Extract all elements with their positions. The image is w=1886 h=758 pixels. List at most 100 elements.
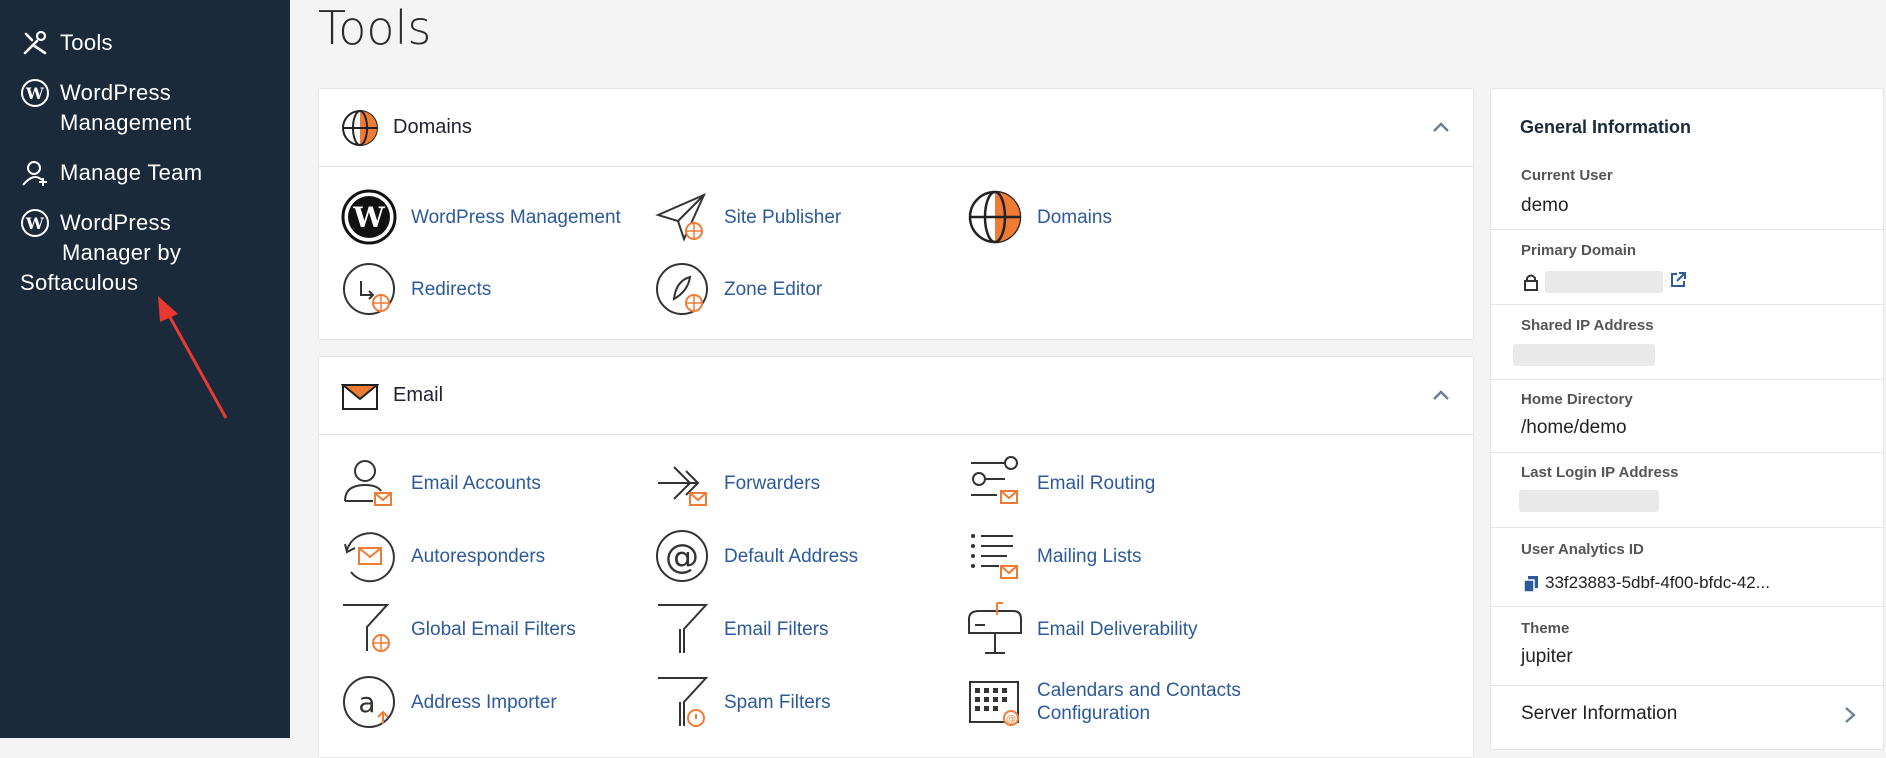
shared-ip-row: Shared IP Address [1491,304,1883,380]
routing-icon [971,456,1018,504]
tools-icon [23,30,47,55]
calendar-icon: @ [969,681,1019,726]
svg-text:W: W [25,84,45,103]
tool-address-importer[interactable]: a Address Importer [341,674,557,730]
current-user-label: Current User [1521,167,1613,184]
domains-panel-title: Domains [393,116,472,138]
tool-label: Autoresponders [411,545,546,567]
tool-calendars-contacts[interactable]: @ Calendars and Contacts Configuration [967,674,1241,730]
theme-value: jupiter [1521,646,1573,667]
globe-icon [968,190,1022,244]
theme-row: Theme jupiter [1491,606,1883,686]
wordpress-icon: W [21,79,49,107]
chevron-up-icon[interactable] [1431,385,1451,405]
last-login-label: Last Login IP Address [1521,464,1679,481]
tool-site-publisher[interactable]: Site Publisher [654,189,841,245]
redirect-icon [343,263,395,315]
tool-wordpress-management[interactable]: W WordPress Management [341,189,621,245]
tool-spam-filters[interactable]: Spam Filters [654,674,831,730]
filter-globe-icon [343,604,390,652]
tool-label: Email Accounts [411,472,541,494]
current-user-value: demo [1521,195,1569,216]
svg-text:W: W [352,201,385,234]
shared-ip-value [1513,344,1655,366]
autoresponder-icon [344,532,395,583]
server-information-row[interactable]: Server Information [1491,685,1883,749]
svg-text:a: a [358,686,375,719]
tool-email-routing[interactable]: Email Routing [967,455,1155,511]
chevron-up-icon[interactable] [1431,117,1451,137]
shared-ip-label: Shared IP Address [1521,317,1654,334]
tool-label: Address Importer [411,691,557,713]
last-login-row: Last Login IP Address [1491,452,1883,528]
forward-icon [658,466,707,506]
sidebar-item-tools[interactable]: Tools [20,28,113,58]
svg-text:@: @ [665,537,699,577]
tool-label: Email Routing [1037,472,1156,494]
spam-filter-icon [658,677,709,727]
chevron-right-icon [1845,707,1856,723]
tool-label: Email Filters [724,618,829,640]
tool-label: Calendars and Contacts Configuration [1037,680,1241,724]
zone-editor-icon [656,263,708,315]
filter-icon [658,604,709,653]
analytics-id-row: User Analytics ID 33f23883-5dbf-4f00-bfd… [1491,527,1883,607]
sidebar-item-label: Manage Team [60,160,203,185]
tool-default-address[interactable]: @ Default Address [654,528,858,584]
last-login-value [1519,490,1659,512]
theme-label: Theme [1521,620,1570,637]
svg-text:W: W [25,214,45,233]
list-icon [971,534,1018,579]
sidebar-item-label: Tools [60,30,113,55]
analytics-id-label: User Analytics ID [1521,541,1644,558]
tool-label: Default Address [724,545,859,567]
general-info-panel: General Information Current User demo Pr… [1490,88,1884,750]
email-panel-header[interactable]: Email [319,357,1473,435]
server-information-link[interactable]: Server Information [1521,703,1677,725]
tool-email-accounts[interactable]: Email Accounts [341,455,541,511]
analytics-id-value[interactable]: 33f23883-5dbf-4f00-bfdc-42... [1545,573,1770,593]
tool-autoresponders[interactable]: Autoresponders [341,528,545,584]
sidebar-item-label: WordPress Manager by Softaculous [20,210,182,295]
tool-global-email-filters[interactable]: Global Email Filters [341,601,576,657]
annotation-arrow [158,296,228,419]
current-user-row: Current User demo [1491,89,1883,230]
tool-zone-editor[interactable]: Zone Editor [654,261,822,317]
sidebar-item-wordpress-softaculous[interactable]: W WordPress Manager by Softaculous [20,208,280,298]
primary-domain-label: Primary Domain [1521,242,1637,259]
at-icon: @ [656,530,708,582]
primary-domain-value[interactable] [1545,271,1663,293]
tool-redirects[interactable]: Redirects [341,261,491,317]
home-directory-row: Home Directory /home/demo [1491,379,1883,453]
tool-label: Site Publisher [724,206,842,228]
tool-label: WordPress Management [411,206,621,228]
sidebar: Tools W WordPress Management Manage Team… [0,0,290,738]
tool-label: Zone Editor [724,278,823,300]
team-icon [22,161,47,186]
sidebar-item-manage-team[interactable]: Manage Team [20,158,202,188]
tool-label: Global Email Filters [411,618,576,640]
tool-label: Mailing Lists [1037,545,1142,567]
wordpress-icon: W [341,189,397,245]
wordpress-icon: W [21,209,49,237]
external-link-icon[interactable] [1669,271,1687,289]
tool-email-filters[interactable]: Email Filters [654,601,829,657]
svg-text:@: @ [1006,714,1016,725]
tool-label: Forwarders [724,472,821,494]
lock-icon [1524,274,1538,291]
tool-email-deliverability[interactable]: Email Deliverability [967,601,1198,657]
tool-forwarders[interactable]: Forwarders [654,455,820,511]
tool-mailing-lists[interactable]: Mailing Lists [967,528,1142,584]
home-directory-label: Home Directory [1521,391,1633,408]
tool-label: Spam Filters [724,691,831,713]
tool-domains[interactable]: Domains [967,189,1112,245]
copy-icon[interactable] [1523,575,1539,593]
import-icon: a [343,676,395,728]
sidebar-item-label: WordPress Management [60,80,192,135]
domains-panel-header[interactable]: Domains [319,89,1473,167]
mailbox-icon [968,602,1022,654]
globe-icon [342,109,378,146]
sidebar-item-wordpress-management[interactable]: W WordPress Management [20,78,280,138]
home-directory-value: /home/demo [1521,417,1627,438]
envelope-icon [341,383,379,410]
